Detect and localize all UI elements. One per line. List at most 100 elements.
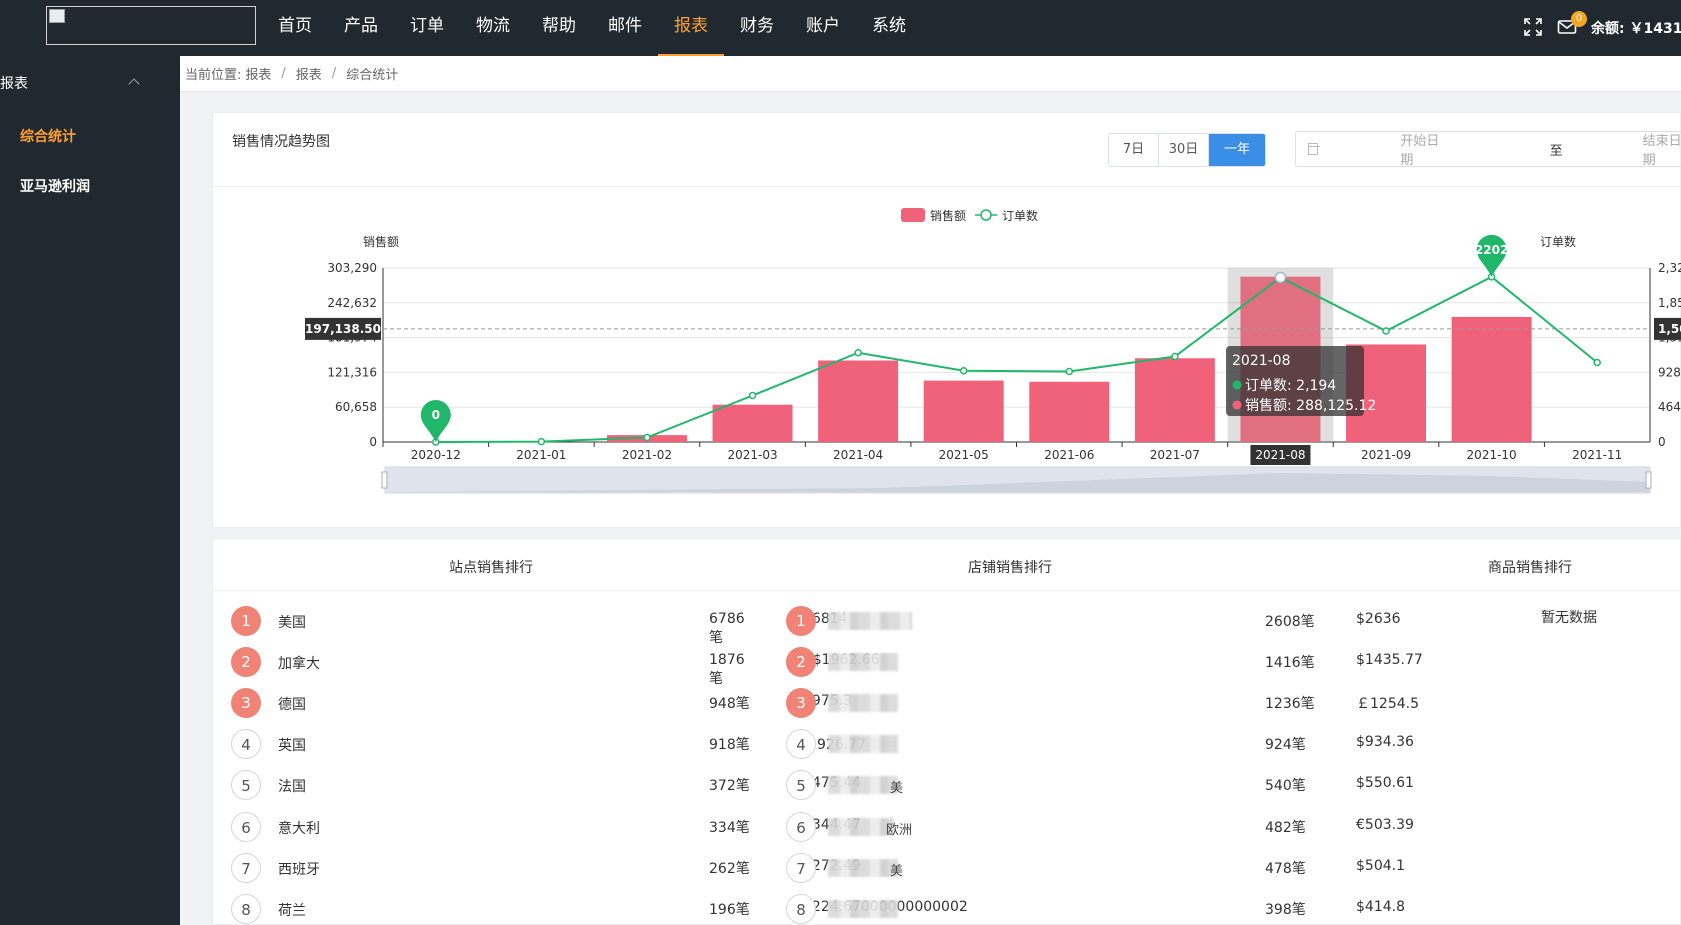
site-ranking-row[interactable]: 5法国372笔€475.44 xyxy=(231,770,861,801)
rank-number: 4 xyxy=(231,729,261,760)
sales-trend-card: 销售情况趋势图 7日 30日 一年 开始日期 至 结束日期 销售额 订单数 销售额订… xyxy=(212,112,1681,528)
fullscreen-icon[interactable] xyxy=(1523,17,1545,39)
sales-trend-chart[interactable]: 销售额订单数销售额订单数303,2902,32242,6321,85181,97… xyxy=(213,187,1681,527)
site-name: 法国 xyxy=(278,779,306,796)
nav-item[interactable]: 首页 xyxy=(262,0,328,56)
site-ranking-row[interactable]: 2加拿大1876笔C$1962.66 xyxy=(231,647,880,687)
nav-item[interactable]: 账户 xyxy=(790,0,856,56)
orders-point xyxy=(1382,327,1390,335)
site-name: 意大利 xyxy=(278,820,320,837)
orders-point xyxy=(1171,352,1179,361)
sales-amount: ￡1254.5 xyxy=(1356,696,1419,713)
site-name: 德国 xyxy=(278,697,306,714)
sidebar-item-amazon-profit[interactable]: 亚马逊利润 xyxy=(0,162,180,212)
x-tick-label: 2021-04 xyxy=(833,448,883,462)
order-count: 948笔 xyxy=(709,696,750,713)
breadcrumb-prefix: 当前位置: xyxy=(185,68,242,83)
top-right-tools: 0 余额: ￥1431.6 xyxy=(1523,0,1681,56)
breadcrumb-separator: / xyxy=(281,66,286,81)
data-zoom-handle-left xyxy=(381,471,388,489)
shop-ranking-row[interactable]: 6 欧洲 482笔 €503.39 xyxy=(786,811,1414,842)
sidebar-item-overall-stats[interactable]: 综合统计 xyxy=(0,112,180,162)
y-tick-left: 121,316 xyxy=(327,365,377,379)
markpoint-label: 0 xyxy=(432,408,440,422)
site-name: 加拿大 xyxy=(278,656,320,673)
nav-item[interactable]: 系统 xyxy=(856,0,922,56)
nav-item[interactable]: 邮件 xyxy=(592,0,658,56)
order-count: 478笔 xyxy=(1265,860,1306,877)
orders-point xyxy=(854,349,862,357)
rank-number: 1 xyxy=(231,606,261,636)
mail-badge: 0 xyxy=(1571,11,1587,27)
breadcrumb-item[interactable]: 报表 xyxy=(245,64,271,83)
breadcrumb: 当前位置: 报表 / 报表 / 综合统计 xyxy=(180,56,1681,92)
date-end-input[interactable]: 结束日期 xyxy=(1643,130,1681,168)
site-ranking-row[interactable]: 4英国918笔￡926.77 xyxy=(231,729,866,760)
sales-amount: $1435.77 xyxy=(1356,652,1423,669)
shop-ranking-row[interactable]: 1 2608笔 $2636 xyxy=(786,606,1401,636)
y-tick-right: 928 xyxy=(1658,365,1681,379)
shop-ranking-row[interactable]: 3 1236笔 ￡1254.5 xyxy=(786,688,1419,719)
shop-ranking-title: 店铺销售排行 xyxy=(968,560,1052,576)
site-ranking-row[interactable]: 6意大利334笔€344.47 xyxy=(231,811,861,842)
range-toggle-group: 7日 30日 一年 xyxy=(1108,133,1266,167)
nav-item[interactable]: 产品 xyxy=(328,0,394,56)
y-tick-left: 303,290 xyxy=(327,261,377,275)
sales-bar xyxy=(818,360,899,442)
calendar-icon xyxy=(1308,143,1321,155)
sales-trend-header: 销售情况趋势图 7日 30日 一年 开始日期 至 结束日期 xyxy=(213,113,1681,187)
range-1y-button[interactable]: 一年 xyxy=(1209,134,1265,166)
date-range-picker[interactable]: 开始日期 至 结束日期 xyxy=(1295,130,1681,168)
shop-ranking-row[interactable]: 8 398笔 $414.8 xyxy=(786,893,1405,924)
product-ranking-title: 商品销售排行 xyxy=(1488,560,1572,576)
x-tick-label: 2021-09 xyxy=(1361,448,1411,462)
y-tick-left: 60,658 xyxy=(335,400,377,414)
date-start-input[interactable]: 开始日期 xyxy=(1400,130,1439,168)
rank-number: 7 xyxy=(786,852,816,883)
nav-item[interactable]: 财务 xyxy=(724,0,790,56)
shop-name-redacted xyxy=(828,735,898,754)
x-tick-label: 2021-03 xyxy=(727,448,777,462)
range-7d-button[interactable]: 7日 xyxy=(1109,134,1159,166)
order-count: 196笔 xyxy=(709,901,750,918)
order-count: 540笔 xyxy=(1265,778,1306,795)
shop-name-redacted xyxy=(828,858,898,877)
orders-point xyxy=(748,391,757,400)
nav-item[interactable]: 报表 xyxy=(658,0,724,56)
sales-bar xyxy=(1451,316,1532,442)
sales-amount: €503.39 xyxy=(1356,816,1414,833)
sales-bar xyxy=(1134,358,1215,442)
y-tick-right: 464 xyxy=(1658,400,1681,414)
y-tick-left: 0 xyxy=(369,435,377,449)
shop-ranking-row[interactable]: 4 924笔 $934.36 xyxy=(786,729,1414,760)
shop-ranking-row[interactable]: 5 美 540笔 $550.61 xyxy=(786,770,1414,801)
range-30d-button[interactable]: 30日 xyxy=(1159,134,1209,166)
orders-point xyxy=(643,433,651,442)
sidebar-group-reports[interactable]: 报表 xyxy=(0,56,180,112)
sales-trend-title: 销售情况趋势图 xyxy=(232,134,330,150)
nav-item[interactable]: 帮助 xyxy=(526,0,592,56)
shop-ranking-row[interactable]: 2 1416笔 $1435.77 xyxy=(786,647,1423,678)
sales-amount: $550.61 xyxy=(1356,775,1414,792)
site-ranking-row[interactable]: 3德国948笔€975.3 xyxy=(231,688,852,719)
shop-ranking-row[interactable]: 7 美 478笔 $504.1 xyxy=(786,852,1405,883)
breadcrumb-item[interactable]: 报表 xyxy=(296,64,322,83)
site-ranking-row[interactable]: 1 美国 6786笔 $6814 xyxy=(231,606,848,646)
sales-amount: $934.36 xyxy=(1356,734,1414,751)
y-tick-left: 242,632 xyxy=(327,296,377,310)
nav-item[interactable]: 物流 xyxy=(460,0,526,56)
logo-image[interactable] xyxy=(46,6,256,45)
sales-amount: $2636 xyxy=(1356,611,1401,627)
shop-name-suffix: 欧洲 xyxy=(886,822,913,838)
order-count: 262笔 xyxy=(709,860,750,877)
order-count: 918笔 xyxy=(709,737,750,754)
mail-icon[interactable]: 0 xyxy=(1557,11,1587,39)
tooltip-orders-dot xyxy=(1232,380,1242,390)
site-ranking-row[interactable]: 7西班牙262笔€272.49 xyxy=(231,852,861,883)
legend-orders-marker xyxy=(980,209,992,221)
broken-image-icon xyxy=(49,9,65,23)
site-ranking-row[interactable]: 8荷兰196笔€224.67000000000002 xyxy=(231,893,968,924)
nav-item[interactable]: 订单 xyxy=(394,0,460,56)
rank-number: 4 xyxy=(786,729,816,760)
legend-orders-label: 订单数 xyxy=(1002,208,1038,223)
